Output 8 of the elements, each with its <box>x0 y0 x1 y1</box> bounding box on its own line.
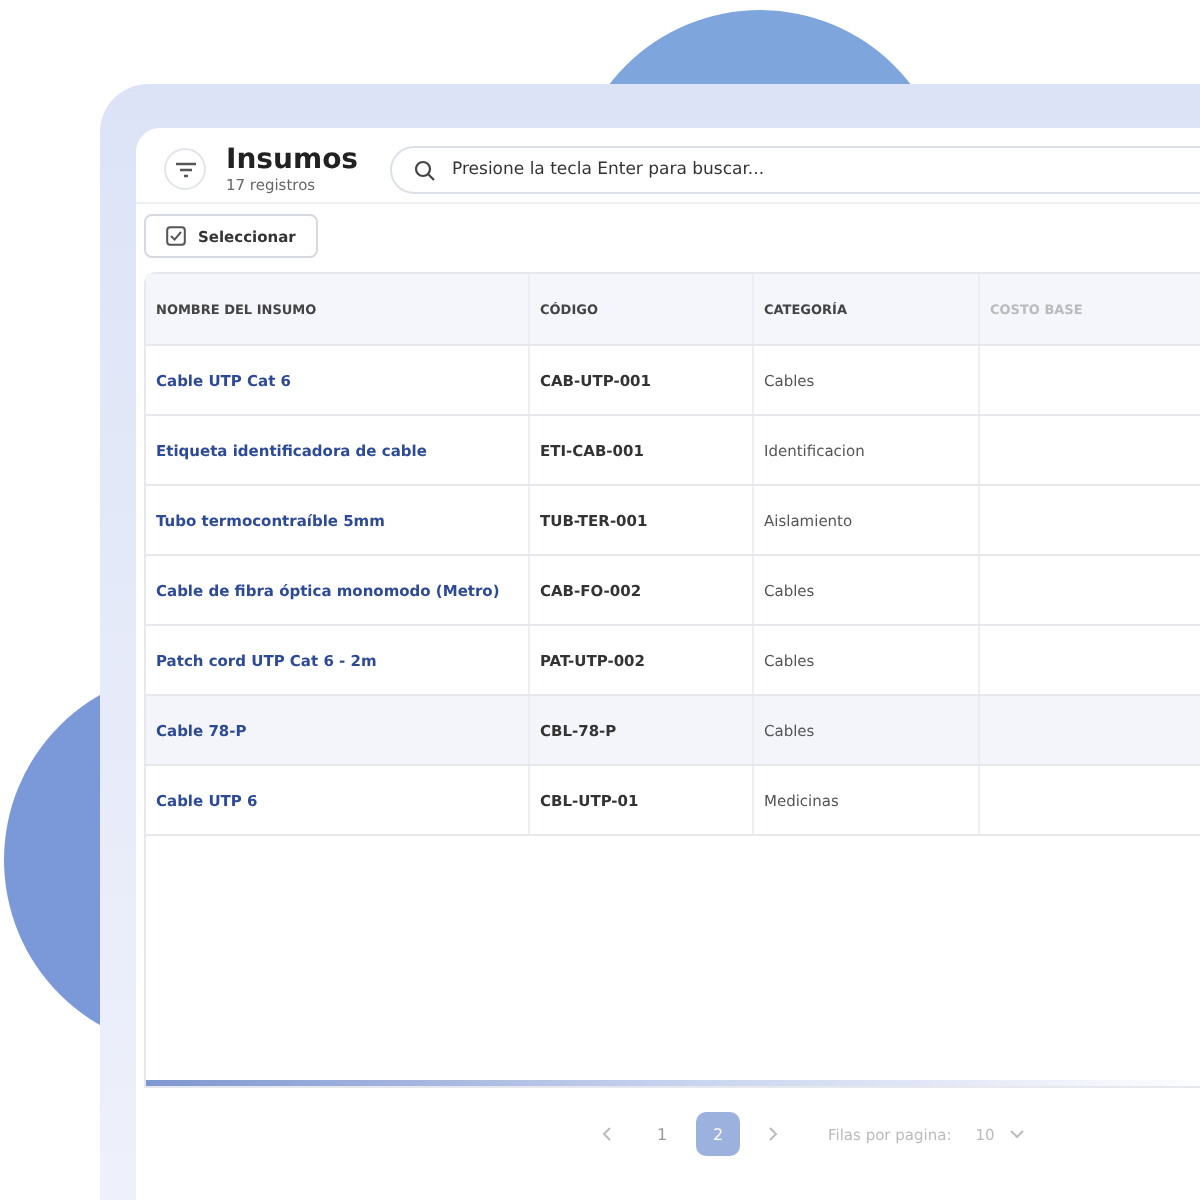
filter-button[interactable] <box>164 148 206 190</box>
filter-icon <box>175 161 195 177</box>
chevron-right-icon <box>768 1126 780 1142</box>
checkbox-icon <box>166 226 186 246</box>
caret-icon <box>1010 1130 1025 1138</box>
chevron-left-icon <box>600 1126 612 1142</box>
search-field[interactable]: Presione la tecla Enter para buscar... <box>390 145 1200 193</box>
page-title: Insumos <box>226 144 361 176</box>
